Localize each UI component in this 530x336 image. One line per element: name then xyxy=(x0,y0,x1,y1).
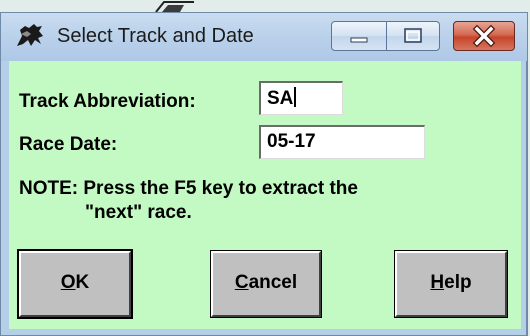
cancel-button[interactable]: Cancel xyxy=(210,250,322,318)
track-abbreviation-input[interactable]: SA xyxy=(259,81,343,115)
maximize-button[interactable] xyxy=(386,21,440,51)
background-window-fragment xyxy=(155,1,194,12)
help-mnemonic: H xyxy=(430,272,445,293)
ok-mnemonic: O xyxy=(60,272,76,293)
ok-label-rest: K xyxy=(75,272,90,293)
note-line-1: NOTE: Press the F5 key to extract the xyxy=(19,178,358,199)
title-bar[interactable]: Select Track and Date xyxy=(1,13,527,61)
track-abbreviation-value: SA xyxy=(267,88,294,109)
cancel-label-rest: ancel xyxy=(248,272,298,293)
race-date-input[interactable]: 05-17 xyxy=(259,125,425,159)
close-icon xyxy=(472,24,496,48)
cancel-mnemonic: C xyxy=(234,272,249,293)
text-caret xyxy=(294,87,297,107)
track-abbreviation-label: Track Abbreviation: xyxy=(19,91,196,112)
maximize-icon xyxy=(404,28,422,43)
race-date-value: 05-17 xyxy=(267,131,316,152)
close-button[interactable] xyxy=(453,21,515,51)
select-track-dialog: Select Track and Date Track Abbreviation… xyxy=(0,12,528,336)
minimize-button[interactable] xyxy=(331,21,387,51)
ok-button[interactable]: OK xyxy=(17,249,133,319)
minimize-icon xyxy=(350,37,368,43)
horse-icon xyxy=(17,24,43,46)
dialog-body: Track Abbreviation: SA Race Date: 05-17 … xyxy=(9,61,521,329)
note-line-2: "next" race. xyxy=(85,202,192,223)
race-date-label: Race Date: xyxy=(19,134,118,155)
note-text: NOTE: Press the F5 key to extract the "n… xyxy=(19,177,358,225)
screen-frame: Select Track and Date Track Abbreviation… xyxy=(0,0,530,336)
window-title: Select Track and Date xyxy=(57,25,254,47)
help-label-rest: elp xyxy=(444,272,472,293)
help-button[interactable]: Help xyxy=(394,250,508,318)
